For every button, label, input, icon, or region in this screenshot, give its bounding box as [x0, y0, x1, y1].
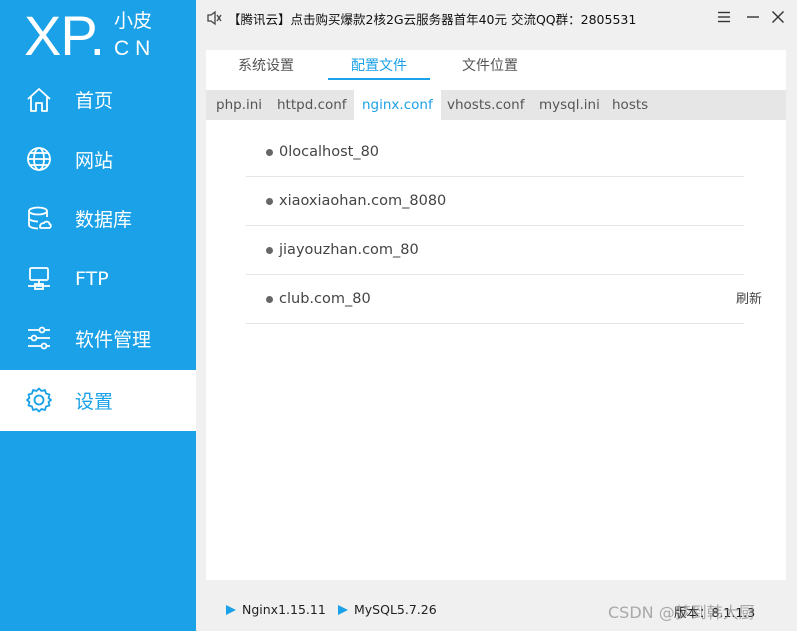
bullet-icon	[266, 197, 273, 205]
settings-tabs: 系统设置 配置文件 文件位置	[206, 50, 786, 90]
bullet-icon	[266, 148, 273, 156]
tab-config-files[interactable]: 配置文件	[328, 56, 430, 80]
bullet-icon	[266, 295, 273, 303]
vhost-name: club.com_80	[279, 291, 371, 307]
logo-bottom: CN	[114, 37, 157, 60]
minimize-button[interactable]	[743, 7, 763, 27]
close-button[interactable]	[768, 7, 788, 27]
top-bar: 【腾讯云】点击购买爆款2核2G云服务器首年40元 交流QQ群：2805531	[196, 0, 797, 40]
gear-icon	[25, 386, 53, 414]
subtab-nginx-conf[interactable]: nginx.conf	[354, 90, 441, 120]
announcement-link[interactable]: 【腾讯云】点击购买爆款2核2G云服务器首年40元 交流QQ群：2805531	[228, 9, 636, 28]
service-nginx[interactable]: Nginx1.15.11	[226, 602, 326, 617]
sidebar-item-label: 数据库	[75, 209, 133, 232]
database-icon	[25, 205, 53, 233]
subtab-httpd-conf[interactable]: httpd.conf	[269, 90, 355, 120]
sidebar-item-label: 首页	[75, 90, 114, 113]
logo-main: XP.	[24, 4, 105, 67]
sliders-icon	[25, 324, 53, 352]
vhost-list: 0localhost_80 xiaoxiaohan.com_8080 jiayo…	[246, 128, 744, 324]
sidebar-item-home[interactable]: 首页	[0, 70, 196, 130]
service-label: MySQL5.7.26	[354, 602, 437, 617]
sidebar-item-database[interactable]: 数据库	[0, 189, 196, 249]
watermark: CSDN @梦到韩大厨	[608, 603, 755, 622]
list-item[interactable]: club.com_80	[246, 275, 744, 324]
minimize-icon	[747, 16, 759, 18]
globe-icon	[25, 145, 53, 173]
sidebar-item-website[interactable]: 网站	[0, 130, 196, 190]
service-mysql[interactable]: MySQL5.7.26	[338, 602, 437, 617]
settings-panel: 系统设置 配置文件 文件位置 php.ini httpd.conf nginx.…	[206, 50, 786, 580]
vhost-name: jiayouzhan.com_80	[279, 242, 419, 258]
bullet-icon	[266, 246, 273, 254]
sidebar-item-software[interactable]: 软件管理	[0, 308, 196, 368]
sidebar-item-label: 设置	[75, 390, 114, 413]
speaker-icon	[206, 10, 224, 26]
tab-file-location[interactable]: 文件位置	[454, 56, 526, 80]
ftp-server-icon	[25, 265, 53, 293]
list-item[interactable]: xiaoxiaohan.com_8080	[246, 177, 744, 226]
logo-top: 小皮	[114, 10, 153, 32]
subtab-php-ini[interactable]: php.ini	[208, 90, 270, 120]
subtab-vhosts-conf[interactable]: vhosts.conf	[439, 90, 532, 120]
config-subtabs: php.ini httpd.conf nginx.conf vhosts.con…	[206, 90, 786, 120]
play-icon	[226, 604, 236, 615]
home-icon	[25, 86, 53, 114]
close-icon	[772, 11, 784, 23]
status-bar: Nginx1.15.11 MySQL5.7.26 版本：8.1.1.3 CSDN…	[196, 591, 797, 631]
sidebar-item-settings[interactable]: 设置	[0, 369, 196, 431]
play-icon	[338, 604, 348, 615]
tab-system-settings[interactable]: 系统设置	[230, 56, 302, 80]
vhost-name: 0localhost_80	[279, 144, 380, 160]
menu-button[interactable]	[714, 7, 734, 27]
sidebar-item-label: 网站	[75, 149, 114, 172]
sidebar-item-label: 软件管理	[75, 328, 152, 351]
vhost-name: xiaoxiaohan.com_8080	[279, 193, 447, 209]
sidebar-item-ftp[interactable]: FTP	[0, 249, 196, 309]
refresh-button[interactable]: 刷新	[736, 288, 762, 307]
sidebar-item-label: FTP	[75, 267, 109, 290]
subtab-hosts[interactable]: hosts	[604, 90, 656, 120]
list-item[interactable]: jiayouzhan.com_80	[246, 226, 744, 275]
sidebar-nav: 首页 网站 数据库 FTP 软件管理 设置	[0, 70, 196, 431]
menu-icon	[718, 11, 730, 23]
sidebar: XP. 小皮 CN 首页 网站 数据库 FTP 软件管理 设置	[0, 0, 196, 631]
list-item[interactable]: 0localhost_80	[246, 128, 744, 177]
service-label: Nginx1.15.11	[242, 602, 326, 617]
subtab-mysql-ini[interactable]: mysql.ini	[531, 90, 608, 120]
